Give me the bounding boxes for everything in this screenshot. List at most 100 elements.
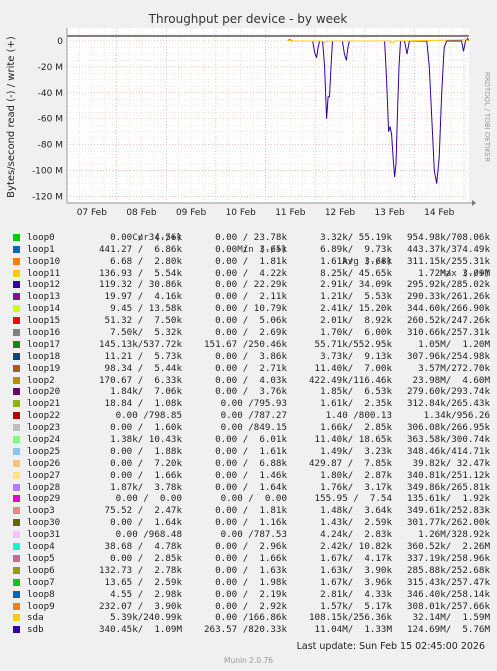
- legend-cur: 13.65 / 2.59k: [104, 576, 182, 588]
- y-tick-label: -40 M: [38, 89, 63, 99]
- legend-swatch: [13, 424, 20, 432]
- legend-swatch: [13, 471, 20, 479]
- legend-name: loop16: [27, 327, 61, 339]
- legend-avg: 11.04M/ 1.33M: [314, 624, 392, 636]
- legend-item: loop20 1.84k/ 7.06k 0.00 / 3.76k 1.85k/ 6.5…: [10, 386, 490, 398]
- legend-name: loop29: [27, 493, 61, 505]
- legend-max: 260.52k/247.26k: [407, 315, 490, 327]
- legend-swatch: [13, 459, 20, 467]
- legend-item: loop24 1.38k/ 10.43k 0.00 / 6.01k 11.40k/ 1…: [10, 434, 490, 446]
- legend-cur: 18.84 / 1.08k: [104, 398, 182, 410]
- legend-name: loop1: [27, 243, 55, 255]
- legend-cur: 0.00 / 1.64k: [110, 517, 182, 529]
- legend-name: loop19: [27, 362, 61, 374]
- legend-swatch: [13, 578, 20, 586]
- legend-avg: 1.40 /800.13: [325, 410, 392, 422]
- x-tick-label: 14 Feb: [424, 208, 455, 218]
- legend-swatch: [13, 257, 20, 265]
- legend-item: loop18 11.21 / 5.73k 0.00 / 3.86k 3.73k/ 9.…: [10, 351, 490, 363]
- x-tick-label: 12 Feb: [325, 208, 356, 218]
- legend-name: loop22: [27, 410, 61, 422]
- legend-max: 346.40k/258.14k: [407, 588, 490, 600]
- legend-min: 0.00 /795.93: [220, 398, 287, 410]
- legend-name: loop8: [27, 588, 55, 600]
- legend-max: 443.37k/374.49k: [407, 243, 490, 255]
- legend-name: loop23: [27, 422, 61, 434]
- legend-item: sdb 340.45k/ 1.09M 263.57 /820.33k 11.04M/ …: [10, 624, 490, 636]
- legend-min: 0.00 / 3.76k: [215, 386, 287, 398]
- legend-min: 0.00 / 5.06k: [215, 315, 287, 327]
- legend-name: loop0: [27, 231, 55, 243]
- x-tick-label: 07 Feb: [77, 208, 108, 218]
- legend-avg: 2.42k/ 10.82k: [320, 541, 392, 553]
- legend-item: loop30 0.00 / 1.64k 0.00 / 1.16k 1.43k/ 2.5…: [10, 517, 490, 529]
- legend-avg: 1.67k/ 4.17k: [320, 552, 392, 564]
- legend-swatch: [13, 233, 20, 241]
- y-tick-label: -100 M: [32, 167, 63, 177]
- legend-avg: 1.21k/ 5.53k: [320, 291, 392, 303]
- legend-item: loop23 0.00 / 1.60k 0.00 /849.15 1.66k/ 2.8…: [10, 422, 490, 434]
- legend-item: loop29 0.00 / 0.00 0.00 / 0.00 155.95 / 7.5…: [10, 493, 490, 505]
- legend-name: loop6: [27, 564, 55, 576]
- plot-background: [67, 28, 469, 203]
- legend-cur: 5.39k/240.99k: [110, 612, 182, 624]
- legend-min: 0.00 / 3.86k: [215, 350, 287, 362]
- legend-item: loop12 119.32 / 30.86k 0.00 / 22.29k 2.91k/…: [10, 279, 490, 291]
- legend-max: 349.61k/252.83k: [407, 505, 490, 517]
- legend-item: loop9 232.07 / 3.90k 0.00 / 2.92k 1.57k/ 5.…: [10, 601, 490, 613]
- legend-avg: 8.25k/ 45.65k: [320, 267, 392, 279]
- legend-name: loop9: [27, 600, 55, 612]
- legend-item: loop8 4.55 / 2.98k 0.00 / 2.19k 2.81k/ 4.33…: [10, 589, 490, 601]
- legend-swatch: [13, 566, 20, 574]
- legend-name: loop13: [27, 291, 61, 303]
- legend-max: 301.77k/262.00k: [407, 517, 490, 529]
- legend-avg: 1.61k/ 3.68k: [320, 255, 392, 267]
- legend-avg: 155.95 / 7.54: [314, 493, 392, 505]
- legend-swatch: [13, 329, 20, 337]
- legend-cur: 38.68 / 4.78k: [104, 541, 182, 553]
- legend-item: loop22 0.00 /798.85 0.00 /787.27 1.40 /800.…: [10, 410, 490, 422]
- legend-max: 360.52k/ 2.26M: [407, 541, 490, 553]
- legend-name: loop24: [27, 434, 61, 446]
- legend-item: loop11 136.93 / 5.54k 0.00 / 4.22k 8.25k/ 4…: [10, 268, 490, 280]
- legend-name: loop17: [27, 338, 61, 350]
- legend-min: 0.00 / 1.63k: [215, 564, 287, 576]
- legend-swatch: [13, 376, 20, 384]
- legend-avg: 1.57k/ 5.17k: [320, 600, 392, 612]
- legend-swatch: [13, 495, 20, 503]
- legend-avg: 4.24k/ 2.83k: [320, 529, 392, 541]
- legend-avg: 6.89k/ 9.73k: [320, 243, 392, 255]
- legend-min: 0.00 / 1.16k: [215, 517, 287, 529]
- legend-item: loop31 0.00 /968.48 0.00 /787.53 4.24k/ 2.8…: [10, 529, 490, 541]
- legend-max: 1.26M/328.92k: [418, 529, 490, 541]
- y-tick-label: -60 M: [38, 115, 63, 125]
- legend-max: 32.14M/ 1.59M: [412, 612, 490, 624]
- legend-avg: 108.15k/256.36k: [309, 612, 392, 624]
- legend-swatch: [13, 317, 20, 325]
- legend-name: loop26: [27, 457, 61, 469]
- x-tick-label: 08 Feb: [126, 208, 157, 218]
- legend-min: 0.00 / 1.64k: [215, 481, 287, 493]
- legend-min: 0.00 / 1.46k: [215, 469, 287, 481]
- legend-item: loop15 51.32 / 7.50k 0.00 / 5.06k 2.01k/ 8.…: [10, 315, 490, 327]
- legend-min: 263.57 /820.33k: [204, 624, 287, 636]
- legend-swatch: [13, 614, 20, 622]
- y-tick-label: -20 M: [38, 63, 63, 73]
- rrdtool-credit: RRDTOOL / TOBI OETIKER: [483, 72, 491, 162]
- legend-name: sda: [27, 612, 44, 624]
- y-axis: 0 -20 M -40 M -60 M -80 M -100 M -120 M: [32, 37, 63, 203]
- legend-name: loop7: [27, 576, 55, 588]
- legend-swatch: [13, 436, 20, 444]
- legend-swatch: [13, 245, 20, 253]
- x-axis: 07 Feb 08 Feb 09 Feb 10 Feb 11 Feb 12 Feb 13 F…: [77, 208, 455, 218]
- legend-name: loop27: [27, 469, 61, 481]
- legend-cur: 0.00 /798.85: [115, 410, 182, 422]
- legend-cur: 7.50k/ 5.32k: [110, 327, 182, 339]
- legend-item: loop13 19.97 / 4.16k 0.00 / 2.11k 1.21k/ 5.…: [10, 291, 490, 303]
- legend-name: loop2: [27, 374, 55, 386]
- legend-avg: 2.41k/ 15.20k: [320, 303, 392, 315]
- legend-max: 306.08k/266.95k: [407, 422, 490, 434]
- legend-avg: 1.48k/ 3.64k: [320, 505, 392, 517]
- legend-max: 344.60k/266.90k: [407, 303, 490, 315]
- legend-name: loop4: [27, 541, 55, 553]
